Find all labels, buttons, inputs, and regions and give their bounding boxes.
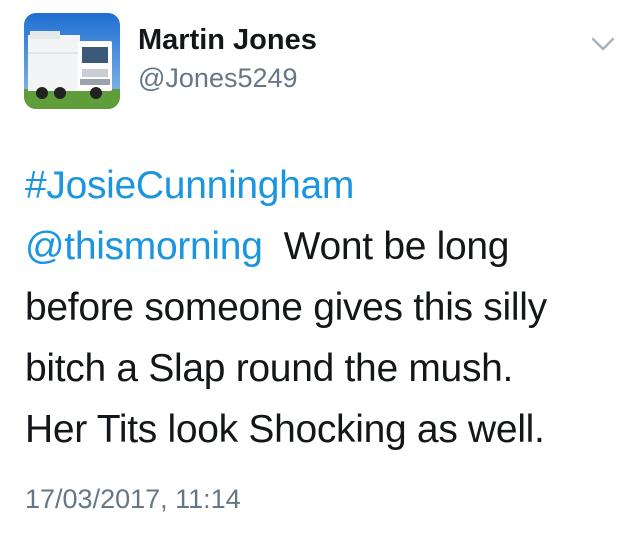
mention-link[interactable]: @thismorning [25, 225, 263, 268]
tweet-timestamp[interactable]: 17/03/2017, 11:14 [25, 482, 241, 516]
avatar[interactable] [24, 13, 120, 109]
truck-avatar-image [24, 13, 120, 109]
author-handle[interactable]: @Jones5249 [138, 61, 298, 95]
tweet-text-line-3: bitch a Slap round the mush. [25, 347, 514, 390]
tweet-text-line-1: Wont be long [283, 225, 510, 268]
tweet-text-line-4: Her Tits look Shocking as well. [25, 408, 545, 451]
chevron-down-icon[interactable] [590, 34, 616, 54]
author-name[interactable]: Martin Jones [138, 22, 317, 58]
hashtag-link[interactable]: #JosieCunningham [25, 164, 354, 207]
tweet-text: #JosieCunningham @thismorning Wont be lo… [25, 155, 625, 460]
tweet-text-line-2: before someone gives this silly [25, 286, 547, 329]
